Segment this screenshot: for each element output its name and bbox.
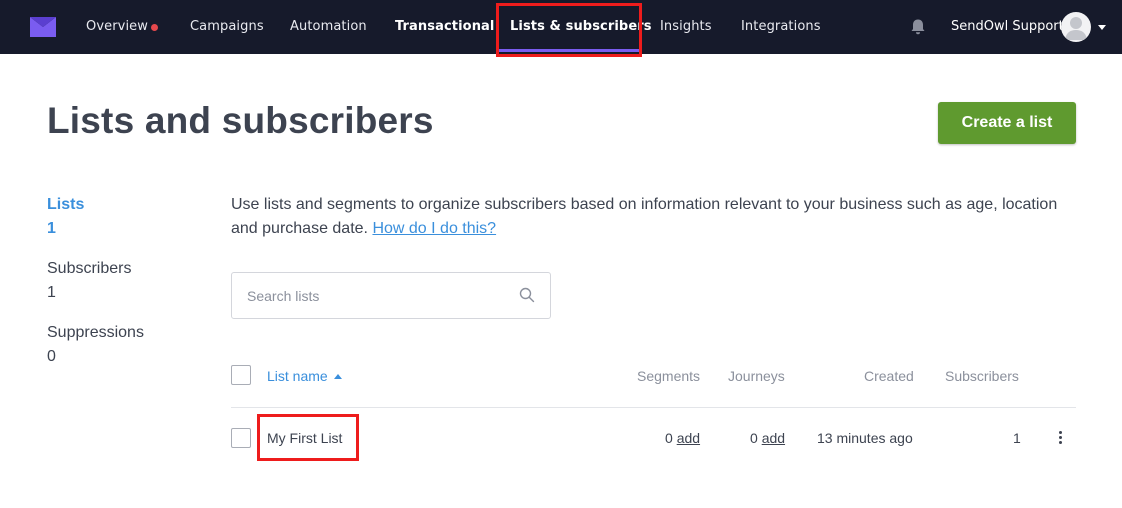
page-title: Lists and subscribers xyxy=(47,100,434,141)
nav-campaigns[interactable]: Campaigns xyxy=(190,0,264,54)
bell-icon[interactable] xyxy=(909,18,927,36)
column-header-list-name[interactable]: List name xyxy=(267,368,342,384)
sidebar-item-lists[interactable]: Lists xyxy=(47,196,84,214)
column-header-created: Created xyxy=(864,368,914,384)
more-options-icon[interactable] xyxy=(1055,429,1065,447)
sidebar-item-subscribers[interactable]: Subscribers xyxy=(47,260,131,278)
search-box xyxy=(231,272,551,319)
created-cell: 13 minutes ago xyxy=(817,430,913,446)
intro-text: Use lists and segments to organize subsc… xyxy=(231,193,1081,241)
column-header-list-name-label: List name xyxy=(267,368,328,384)
sidebar-lists-count[interactable]: 1 xyxy=(47,220,56,238)
segments-cell: 0 add xyxy=(665,430,700,446)
column-header-journeys: Journeys xyxy=(728,368,785,384)
user-menu-caret-icon[interactable] xyxy=(1098,25,1106,30)
sidebar-subscribers-count[interactable]: 1 xyxy=(47,284,56,302)
search-input[interactable] xyxy=(232,273,512,318)
highlight-box-list-name xyxy=(257,414,359,461)
create-list-button[interactable]: Create a list xyxy=(938,102,1076,144)
journeys-cell: 0 add xyxy=(750,430,785,446)
help-link[interactable]: How do I do this? xyxy=(372,220,496,237)
sidebar-item-suppressions[interactable]: Suppressions xyxy=(47,324,144,342)
sidebar-suppressions-count[interactable]: 0 xyxy=(47,348,56,366)
user-name[interactable]: SendOwl Support xyxy=(951,0,1064,54)
row-checkbox[interactable] xyxy=(231,428,251,448)
column-header-segments: Segments xyxy=(637,368,701,384)
column-header-subscribers: Subscribers xyxy=(945,368,1019,384)
search-icon[interactable] xyxy=(519,287,535,303)
logo-icon[interactable] xyxy=(30,17,56,37)
nav-overview[interactable]: Overview xyxy=(86,0,148,54)
user-avatar-icon xyxy=(1065,17,1087,40)
add-journey-link[interactable]: add xyxy=(762,430,785,446)
journeys-count: 0 xyxy=(750,430,758,446)
add-segment-link[interactable]: add xyxy=(677,430,700,446)
notification-dot xyxy=(151,24,158,31)
intro-description: Use lists and segments to organize subsc… xyxy=(231,196,1058,237)
subscribers-cell: 1 xyxy=(1013,430,1021,446)
segments-count: 0 xyxy=(665,430,673,446)
nav-transactional[interactable]: Transactional xyxy=(395,0,494,54)
select-all-checkbox[interactable] xyxy=(231,365,251,385)
sort-ascending-icon xyxy=(333,374,342,379)
avatar[interactable] xyxy=(1061,12,1091,42)
nav-integrations[interactable]: Integrations xyxy=(741,0,821,54)
nav-insights[interactable]: Insights xyxy=(660,0,712,54)
table-header-divider xyxy=(231,407,1076,408)
nav-automation[interactable]: Automation xyxy=(290,0,367,54)
highlight-box-nav xyxy=(496,3,642,57)
